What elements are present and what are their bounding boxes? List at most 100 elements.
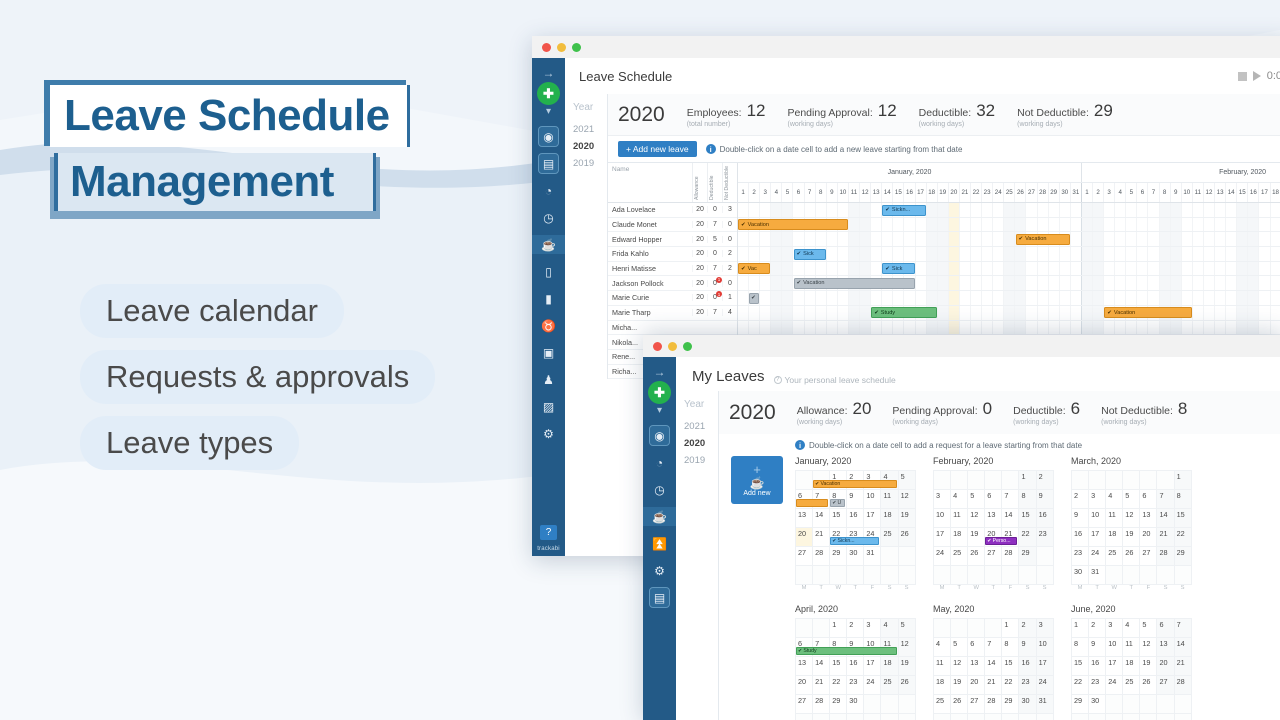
gantt-day-cell[interactable] bbox=[1104, 232, 1116, 247]
gantt-day-cell[interactable] bbox=[937, 247, 949, 261]
gantt-day-cell[interactable] bbox=[1026, 261, 1038, 276]
gantt-day-cell[interactable] bbox=[1215, 203, 1227, 217]
calendar-day-cell[interactable]: 28 bbox=[1001, 546, 1020, 566]
minimize-window-icon[interactable] bbox=[668, 341, 677, 351]
calendar-leave-bar-study[interactable]: ✔ Study bbox=[796, 646, 897, 655]
calendar-day-cell[interactable]: 17 bbox=[932, 527, 952, 547]
table-row[interactable]: Micha... bbox=[608, 321, 737, 336]
calendar-day-cell[interactable]: 28 bbox=[1173, 674, 1192, 695]
gantt-day-cell[interactable] bbox=[971, 305, 983, 320]
gantt-day-cell[interactable] bbox=[971, 247, 983, 261]
gantt-day-cell[interactable] bbox=[1159, 203, 1171, 217]
gantt-day-cell[interactable] bbox=[1015, 203, 1027, 217]
gantt-day-cell[interactable] bbox=[1104, 203, 1116, 217]
calendar-day-cell[interactable]: 13 bbox=[794, 508, 814, 528]
gantt-day-cell[interactable] bbox=[816, 232, 827, 247]
gantt-day-cell[interactable] bbox=[1271, 203, 1280, 217]
gantt-day-cell[interactable] bbox=[1004, 261, 1016, 276]
gantt-day-cell[interactable] bbox=[838, 232, 849, 247]
gantt-day-cell[interactable] bbox=[948, 305, 960, 320]
calendar-leave-bar-sick[interactable]: ✔ Sickn... bbox=[830, 537, 880, 545]
gantt-day-cell[interactable] bbox=[1015, 305, 1027, 320]
gantt-day-cell[interactable] bbox=[948, 203, 960, 217]
calendar-day-cell[interactable]: 18 bbox=[880, 508, 899, 528]
gantt-day-cell[interactable] bbox=[893, 320, 905, 335]
calendar-day-cell[interactable]: 15 bbox=[1018, 508, 1037, 528]
chevron-down-icon[interactable]: ▾ bbox=[546, 106, 551, 117]
gantt-day-cell[interactable] bbox=[1004, 203, 1016, 217]
calendar-day-cell[interactable]: 24 bbox=[863, 674, 882, 695]
gantt-day-cell[interactable] bbox=[1004, 247, 1016, 261]
gantt-day-cell[interactable] bbox=[1104, 247, 1116, 261]
gantt-day-cell[interactable] bbox=[1093, 217, 1105, 232]
gantt-day-cell[interactable] bbox=[926, 261, 938, 276]
gantt-day-cell[interactable] bbox=[971, 217, 983, 232]
calendar-day-cell[interactable]: 24 bbox=[1105, 674, 1124, 695]
calendar-day-cell[interactable]: 14 bbox=[1156, 508, 1175, 528]
calendar-day-cell[interactable]: 6 ✔ Study bbox=[794, 636, 897, 657]
gantt-day-cell[interactable] bbox=[916, 217, 927, 232]
calendar-day-cell[interactable]: 23 bbox=[1035, 527, 1054, 547]
gantt-day-cell[interactable] bbox=[1193, 305, 1204, 320]
gantt-day-cell[interactable] bbox=[1026, 276, 1038, 291]
gantt-day-cell[interactable] bbox=[1170, 261, 1182, 276]
calendar-day-cell[interactable]: 26 bbox=[950, 693, 969, 714]
gantt-day-cell[interactable] bbox=[1115, 291, 1127, 305]
gantt-day-cell[interactable] bbox=[937, 305, 949, 320]
gantt-day-cell[interactable] bbox=[1248, 203, 1260, 217]
gantt-day-cell[interactable] bbox=[1226, 305, 1238, 320]
leave-bar-sick[interactable]: ✔ Sick bbox=[793, 248, 826, 260]
calendar-day-cell[interactable]: 29 bbox=[1070, 693, 1090, 714]
calendar-day-cell[interactable]: 20 ✔ Perso... bbox=[984, 527, 1018, 547]
calendar-day-cell[interactable]: 9 bbox=[846, 489, 865, 509]
gantt-day-cell[interactable] bbox=[948, 291, 960, 305]
gantt-day-cell[interactable] bbox=[782, 232, 794, 247]
gantt-day-cell[interactable] bbox=[937, 291, 949, 305]
gantt-day-cell[interactable] bbox=[993, 291, 1005, 305]
calendar-day-cell[interactable]: 17 bbox=[1035, 655, 1054, 676]
gantt-day-cell[interactable] bbox=[1215, 276, 1227, 291]
gantt-day-cell[interactable] bbox=[1004, 320, 1016, 335]
gantt-day-cell[interactable] bbox=[893, 217, 905, 232]
gantt-day-cell[interactable] bbox=[827, 261, 838, 276]
gantt-day-cell[interactable] bbox=[937, 261, 949, 276]
gantt-day-cell[interactable] bbox=[1115, 232, 1127, 247]
gantt-day-cell[interactable] bbox=[805, 261, 816, 276]
calendar-day-cell[interactable]: 21 bbox=[984, 674, 1003, 695]
gantt-day-cell[interactable] bbox=[793, 203, 805, 217]
gantt-day-cell[interactable] bbox=[1193, 276, 1204, 291]
gantt-day-cell[interactable] bbox=[882, 247, 894, 261]
gantt-day-cell[interactable] bbox=[848, 261, 861, 276]
gantt-day-cell[interactable] bbox=[1170, 320, 1182, 335]
help-bubble-icon[interactable]: ? bbox=[540, 525, 557, 540]
leave-bar-study[interactable]: ✔ Study bbox=[871, 307, 937, 319]
gantt-day-cell[interactable] bbox=[993, 320, 1005, 335]
gantt-day-cell[interactable] bbox=[871, 203, 883, 217]
gantt-day-cell[interactable] bbox=[1182, 261, 1193, 276]
calendar-day-cell[interactable]: 27 bbox=[967, 693, 986, 714]
gantt-day-cell[interactable] bbox=[1038, 217, 1049, 232]
gantt-day-cell[interactable] bbox=[860, 203, 872, 217]
calendar-day-cell[interactable]: 24 bbox=[1035, 674, 1054, 695]
gantt-day-cell[interactable] bbox=[993, 261, 1005, 276]
calendar-day-cell[interactable]: 29 bbox=[1018, 546, 1037, 566]
gantt-day-cell[interactable] bbox=[926, 232, 938, 247]
leave-bar-pending[interactable]: ✔ bbox=[749, 292, 760, 304]
leave-bar-pending[interactable]: ✔ Vacation bbox=[793, 277, 915, 289]
gantt-day-cell[interactable] bbox=[1026, 247, 1038, 261]
gantt-day-cell[interactable] bbox=[1093, 232, 1105, 247]
calendar-day-cell[interactable]: 16 bbox=[846, 508, 865, 528]
calendar-day-cell[interactable]: 25 bbox=[932, 693, 952, 714]
gantt-day-cell[interactable] bbox=[1237, 203, 1249, 217]
table-row[interactable]: Marie Curie 20 0 1 1 bbox=[608, 291, 737, 306]
gantt-day-cell[interactable] bbox=[1237, 247, 1249, 261]
gantt-day-cell[interactable] bbox=[1038, 261, 1049, 276]
gantt-day-cell[interactable] bbox=[760, 320, 772, 335]
leave-bar-vacation[interactable]: ✔ Vacation bbox=[738, 219, 848, 231]
gantt-day-cell[interactable] bbox=[738, 276, 750, 291]
gantt-day-cell[interactable] bbox=[793, 320, 805, 335]
gantt-day-cell[interactable] bbox=[782, 276, 794, 291]
gantt-day-cell[interactable] bbox=[771, 261, 783, 276]
gantt-day-cell[interactable] bbox=[1026, 305, 1038, 320]
calendar-day-cell[interactable]: 29 bbox=[1001, 693, 1020, 714]
